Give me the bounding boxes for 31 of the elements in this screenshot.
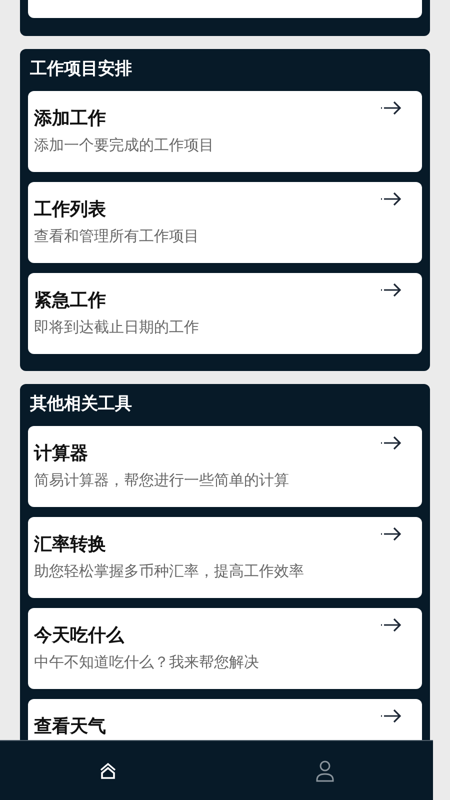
card-title: 查看天气 xyxy=(34,715,106,738)
tool-card[interactable]: 工作列表 查看和管理所有工作项目 xyxy=(28,182,422,263)
tool-card[interactable]: 计算器 简易计算器，帮您进行一些简单的计算 xyxy=(28,426,422,507)
card-description: 查看和管理所有工作项目 xyxy=(34,227,200,247)
user-icon[interactable] xyxy=(314,760,335,782)
tool-card[interactable]: 今天吃什么 中午不知道吃什么？我来帮您解决 xyxy=(28,608,422,689)
card-description: 助您轻松掌握多币种汇率，提高工作效率 xyxy=(34,562,305,582)
card-title: 工作列表 xyxy=(34,198,106,221)
arrow-right-icon xyxy=(380,527,402,541)
tool-card[interactable]: 查看天气 xyxy=(28,699,422,740)
section-title: 其他相关工具 xyxy=(29,393,133,416)
arrow-right-icon xyxy=(380,709,402,723)
card-description: 中午不知道吃什么？我来帮您解决 xyxy=(34,653,260,673)
card-description: 即将到达截止日期的工作 xyxy=(34,318,200,338)
arrow-right-icon xyxy=(380,101,402,115)
card-title: 添加工作 xyxy=(34,107,106,130)
card-title: 计算器 xyxy=(34,442,88,465)
tool-card[interactable]: 紧急工作 即将到达截止日期的工作 xyxy=(28,273,422,354)
card-title: 汇率转换 xyxy=(34,533,106,556)
tool-card[interactable]: 汇率转换 助您轻松掌握多币种汇率，提高工作效率 xyxy=(28,517,422,598)
card-title: 紧急工作 xyxy=(34,289,106,312)
card-title: 今天吃什么 xyxy=(34,624,124,647)
section-title: 工作项目安排 xyxy=(29,58,133,81)
tool-card[interactable]: 添加工作 添加一个要完成的工作项目 xyxy=(28,91,422,172)
card-description: 简易计算器，帮您进行一些简单的计算 xyxy=(34,471,290,491)
card-description: 添加一个要完成的工作项目 xyxy=(34,136,215,156)
arrow-right-icon xyxy=(380,283,402,297)
arrow-right-icon xyxy=(380,192,402,206)
arrow-right-icon xyxy=(380,618,402,632)
arrow-right-icon xyxy=(380,436,402,450)
home-icon[interactable] xyxy=(98,760,118,780)
